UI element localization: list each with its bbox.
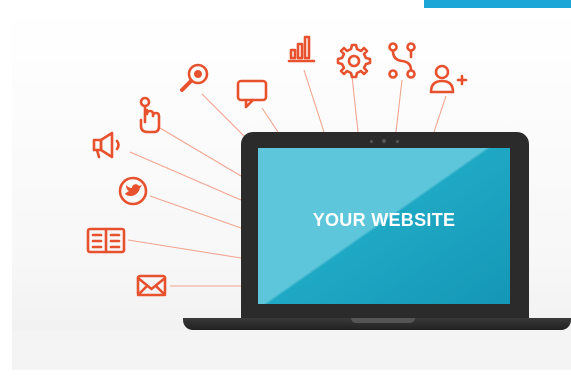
mail-icon <box>136 274 167 297</box>
connector-line-chat <box>261 107 279 133</box>
connector-line-user <box>433 95 447 133</box>
connector-line-network <box>395 79 403 133</box>
twitter-icon <box>118 176 148 206</box>
newspaper-icon <box>86 227 126 254</box>
megaphone-icon <box>92 131 120 159</box>
connector-line-chart <box>303 69 325 133</box>
search-icon <box>180 63 209 92</box>
website-label: YOUR WEBSITE <box>312 210 456 230</box>
connector-line-twitter <box>149 195 242 229</box>
laptop-sensor <box>370 140 373 143</box>
add-user-icon <box>429 64 468 94</box>
gear-icon <box>336 43 372 79</box>
connector-line-news <box>127 239 242 259</box>
chat-icon <box>236 79 268 109</box>
laptop-hinge-notch <box>351 318 415 323</box>
laptop-camera <box>382 139 386 143</box>
bar-chart-icon <box>287 35 316 63</box>
click-icon <box>139 96 161 134</box>
connector-line-gear <box>351 75 359 133</box>
connector-line-click <box>159 127 242 177</box>
laptop-display: YOUR WEBSITE <box>258 148 510 304</box>
network-icon <box>388 42 416 79</box>
laptop-sensor <box>396 140 399 143</box>
